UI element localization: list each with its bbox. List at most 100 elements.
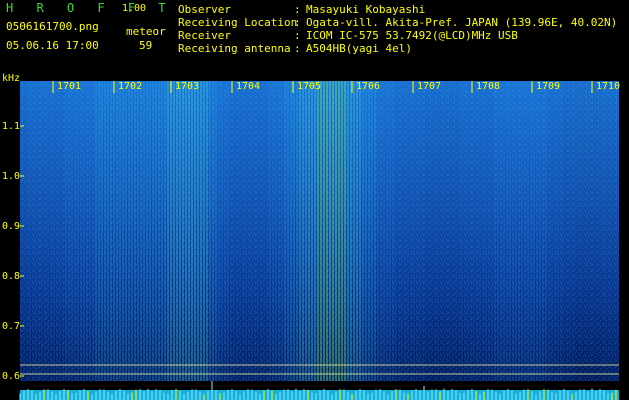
intensity-column bbox=[83, 81, 85, 381]
intensity-column bbox=[254, 81, 256, 381]
intensity-column bbox=[227, 81, 229, 381]
intensity-column bbox=[185, 81, 187, 381]
intensity-column bbox=[275, 81, 277, 381]
intensity-column bbox=[413, 81, 415, 381]
intensity-column bbox=[377, 81, 379, 381]
intensity-column bbox=[116, 81, 118, 381]
intensity-column bbox=[32, 81, 34, 381]
frequency-tick-1-1: 1.1 bbox=[2, 121, 20, 132]
intensity-column bbox=[302, 81, 304, 381]
intensity-column bbox=[614, 81, 616, 381]
intensity-column bbox=[572, 81, 574, 381]
time-marker-1706: 1706 bbox=[356, 81, 380, 92]
intensity-column bbox=[509, 81, 511, 381]
intensity-column bbox=[119, 81, 121, 381]
intensity-column bbox=[554, 81, 556, 381]
intensity-column bbox=[596, 81, 598, 381]
intensity-column bbox=[326, 81, 328, 381]
intensity-column bbox=[98, 81, 100, 381]
intensity-column bbox=[125, 81, 127, 381]
file-name: 0506161700.png bbox=[6, 20, 99, 33]
intensity-column bbox=[599, 81, 601, 381]
receiver-row: Receiver: ICOM IC-575 53.7492(@LCD)MHz US… bbox=[178, 29, 518, 42]
receiving-antenna-row: Receiving antenna: A504HB(yagi 4el) bbox=[178, 42, 412, 55]
intensity-column bbox=[137, 81, 139, 381]
intensity-column bbox=[62, 81, 64, 381]
intensity-column bbox=[557, 81, 559, 381]
intensity-column bbox=[263, 81, 265, 381]
intensity-column bbox=[68, 81, 70, 381]
intensity-column bbox=[128, 81, 130, 381]
intensity-column bbox=[176, 81, 178, 381]
time-marker-1702: 1702 bbox=[118, 81, 142, 92]
intensity-column bbox=[356, 81, 358, 381]
intensity-column bbox=[494, 81, 496, 381]
intensity-column bbox=[527, 81, 529, 381]
intensity-column bbox=[506, 81, 508, 381]
frequency-tick-0-8: 0.8 bbox=[2, 271, 20, 282]
intensity-column bbox=[146, 81, 148, 381]
frequency-tick-1-0: 1.0 bbox=[2, 171, 20, 182]
intensity-column bbox=[164, 81, 166, 381]
intensity-column bbox=[38, 81, 40, 381]
intensity-column bbox=[542, 81, 544, 381]
intensity-column bbox=[101, 81, 103, 381]
intensity-column bbox=[608, 81, 610, 381]
intensity-column bbox=[251, 81, 253, 381]
observer-label: Observer bbox=[178, 3, 231, 16]
intensity-column bbox=[71, 81, 73, 381]
intensity-column bbox=[383, 81, 385, 381]
time-marker-1708: 1708 bbox=[476, 81, 500, 92]
intensity-column bbox=[563, 81, 565, 381]
intensity-column bbox=[344, 81, 346, 381]
intensity-column bbox=[398, 81, 400, 381]
frequency-unit-label: kHz bbox=[2, 73, 20, 84]
intensity-column bbox=[488, 81, 490, 381]
intensity-column bbox=[80, 81, 82, 381]
intensity-column bbox=[590, 81, 592, 381]
intensity-column bbox=[482, 81, 484, 381]
intensity-column bbox=[29, 81, 31, 381]
intensity-column bbox=[329, 81, 331, 381]
intensity-column bbox=[239, 81, 241, 381]
intensity-column bbox=[362, 81, 364, 381]
detector-label: meteor bbox=[126, 25, 166, 38]
intensity-column bbox=[224, 81, 226, 381]
intensity-column bbox=[581, 81, 583, 381]
intensity-column bbox=[350, 81, 352, 381]
intensity-column bbox=[521, 81, 523, 381]
receiving-location-colon: : bbox=[294, 16, 301, 29]
intensity-column bbox=[455, 81, 457, 381]
intensity-column bbox=[161, 81, 163, 381]
intensity-column bbox=[386, 81, 388, 381]
intensity-column bbox=[284, 81, 286, 381]
intensity-column bbox=[182, 81, 184, 381]
observer-value: Masayuki Kobayashi bbox=[306, 3, 426, 16]
intensity-column bbox=[167, 81, 169, 381]
time-marker-1707: 1707 bbox=[417, 81, 441, 92]
intensity-column bbox=[434, 81, 436, 381]
intensity-column bbox=[353, 81, 355, 381]
intensity-column bbox=[575, 81, 577, 381]
intensity-column bbox=[461, 81, 463, 381]
intensity-column bbox=[92, 81, 94, 381]
intensity-column bbox=[458, 81, 460, 381]
intensity-column bbox=[548, 81, 550, 381]
intensity-column bbox=[86, 81, 88, 381]
spectrogram-brightness bbox=[20, 81, 619, 381]
intensity-column bbox=[248, 81, 250, 381]
intensity-column bbox=[365, 81, 367, 381]
intensity-column bbox=[428, 81, 430, 381]
intensity-column bbox=[410, 81, 412, 381]
intensity-column bbox=[197, 81, 199, 381]
intensity-column bbox=[233, 81, 235, 381]
receiving-location-row: Receiving Location: Ogata-vill. Akita-Pre… bbox=[178, 16, 617, 29]
intensity-column bbox=[560, 81, 562, 381]
intensity-column bbox=[341, 81, 343, 381]
app-version: 1.00 bbox=[122, 3, 147, 14]
receiving-antenna-value: A504HB(yagi 4el) bbox=[306, 42, 412, 55]
observer-row: Observer: Masayuki Kobayashi bbox=[178, 3, 425, 16]
app-title: H R O F F T bbox=[6, 1, 174, 15]
intensity-column bbox=[314, 81, 316, 381]
intensity-column bbox=[26, 81, 28, 381]
